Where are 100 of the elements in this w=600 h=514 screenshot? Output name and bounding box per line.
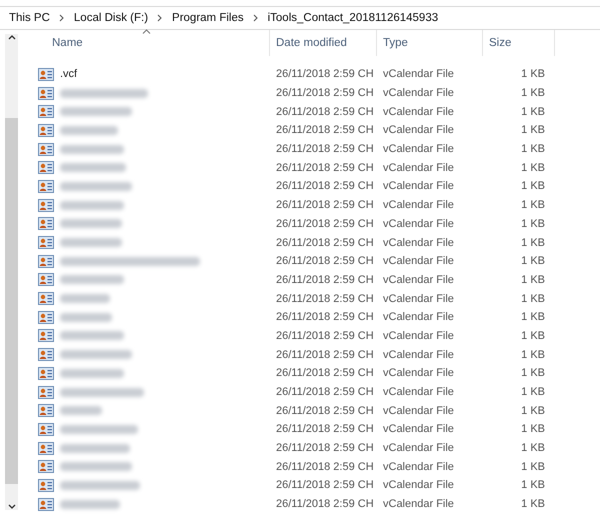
date-cell-text: 26/11/2018 2:59 CH xyxy=(275,292,375,305)
type-cell-text: vCalendar File xyxy=(382,460,455,473)
contact-card-icon xyxy=(38,198,54,212)
contact-card-icon xyxy=(38,254,54,268)
size-cell-text: 1 KB xyxy=(520,199,546,212)
size-cell-text: 1 KB xyxy=(520,218,546,230)
type-cell-text: vCalendar File xyxy=(382,311,455,324)
contact-card-icon xyxy=(38,142,54,156)
column-header[interactable]: Name xyxy=(38,30,270,56)
size-cell-text: 1 KB xyxy=(520,292,546,305)
column-header[interactable]: Type xyxy=(377,30,483,56)
date-cell-text: 26/11/2018 2:59 CH xyxy=(275,236,375,249)
type-cell-text: vCalendar File xyxy=(382,348,455,361)
contact-card-icon xyxy=(38,124,54,137)
type-cell-text: vCalendar File xyxy=(382,106,455,118)
type-cell-text: vCalendar File xyxy=(382,180,455,192)
type-cell-text: vCalendar File xyxy=(382,68,455,80)
contact-card-icon xyxy=(38,478,54,492)
contact-card-icon xyxy=(38,105,54,118)
breadcrumb-item[interactable]: Program Files xyxy=(172,12,244,24)
type-cell-text: vCalendar File xyxy=(382,442,455,454)
contact-card-icon xyxy=(38,217,54,230)
contact-card-icon xyxy=(38,180,54,193)
column-header[interactable]: Date modified xyxy=(270,30,377,56)
date-cell-text: 26/11/2018 2:59 CH xyxy=(275,460,375,473)
size-cell-text: 1 KB xyxy=(520,442,546,454)
size-cell-text: 1 KB xyxy=(520,460,546,473)
date-cell-text: 26/11/2018 2:59 CH xyxy=(275,218,375,230)
size-cell-text: 1 KB xyxy=(520,386,546,398)
type-cell-text: vCalendar File xyxy=(382,423,455,436)
size-cell-text: 1 KB xyxy=(520,106,546,118)
date-cell-text: 26/11/2018 2:59 CH xyxy=(275,255,375,268)
date-cell-text: 26/11/2018 2:59 CH xyxy=(275,311,375,324)
size-cell-text: 1 KB xyxy=(520,423,546,436)
contact-card-icon xyxy=(38,404,54,418)
contact-card-icon xyxy=(38,273,54,286)
size-cell-text: 1 KB xyxy=(520,479,546,492)
date-cell-text: 26/11/2018 2:59 CH xyxy=(275,162,375,174)
date-cell-text: 26/11/2018 2:59 CH xyxy=(275,124,375,136)
size-cell-text: 1 KB xyxy=(520,87,546,100)
breadcrumb-item[interactable]: iTools_Contact_20181126145933 xyxy=(268,12,438,24)
size-cell-text: 1 KB xyxy=(520,498,546,510)
date-cell-text: 26/11/2018 2:59 CH xyxy=(275,498,375,510)
contact-card-icon xyxy=(38,386,54,399)
size-cell-text: 1 KB xyxy=(520,274,546,286)
date-cell-text: 26/11/2018 2:59 CH xyxy=(275,348,375,361)
type-cell-text: vCalendar File xyxy=(382,404,455,417)
date-cell-text: 26/11/2018 2:59 CH xyxy=(275,199,375,212)
contact-card-icon xyxy=(38,329,54,342)
size-cell-text: 1 KB xyxy=(520,348,546,361)
chevron-icon xyxy=(157,14,164,22)
date-cell-text: 26/11/2018 2:59 CH xyxy=(275,68,375,80)
column-header[interactable]: Size xyxy=(483,30,555,56)
date-cell-text: 26/11/2018 2:59 CH xyxy=(275,423,375,436)
size-cell-text: 1 KB xyxy=(520,255,546,268)
type-cell-text: vCalendar File xyxy=(382,479,455,492)
type-cell-text: vCalendar File xyxy=(382,330,455,342)
contact-card-icon xyxy=(38,498,54,511)
date-cell-text: 26/11/2018 2:59 CH xyxy=(275,143,375,156)
date-cell-text: 26/11/2018 2:59 CH xyxy=(275,386,375,398)
date-cell-text: 26/11/2018 2:59 CH xyxy=(275,330,375,342)
type-cell-text: vCalendar File xyxy=(382,124,455,136)
contact-card-icon xyxy=(38,422,54,436)
contact-card-icon xyxy=(38,366,54,380)
size-cell-text: 1 KB xyxy=(520,404,546,417)
size-cell-text: 1 KB xyxy=(520,311,546,324)
date-cell-text: 26/11/2018 2:59 CH xyxy=(275,180,375,192)
date-cell-text: 26/11/2018 2:59 CH xyxy=(275,87,375,100)
size-cell-text: 1 KB xyxy=(520,330,546,342)
date-cell-text: 26/11/2018 2:59 CH xyxy=(275,367,375,380)
size-cell-text: 1 KB xyxy=(520,367,546,380)
contact-card-icon xyxy=(38,161,54,174)
type-cell-text: vCalendar File xyxy=(382,498,455,510)
contact-card-icon xyxy=(38,310,54,324)
contact-card-icon xyxy=(38,236,54,250)
type-cell-text: vCalendar File xyxy=(382,218,455,230)
type-cell-text: vCalendar File xyxy=(382,292,455,305)
size-cell-text: 1 KB xyxy=(520,236,546,249)
breadcrumb-item[interactable]: Local Disk (F:) xyxy=(74,12,148,24)
scroll-up-icon[interactable] xyxy=(8,34,16,40)
breadcrumb-item[interactable]: This PC xyxy=(9,12,50,24)
type-cell-text: vCalendar File xyxy=(382,274,455,286)
contact-card-icon xyxy=(38,460,54,474)
scrollbar[interactable] xyxy=(5,34,18,510)
contact-card-icon xyxy=(38,292,54,306)
file-name[interactable]: .vcf xyxy=(60,68,78,80)
contact-card-icon xyxy=(38,68,54,81)
contact-card-icon xyxy=(38,348,54,362)
scroll-down-icon[interactable] xyxy=(8,504,16,510)
type-cell-text: vCalendar File xyxy=(382,143,455,156)
contact-card-icon xyxy=(38,86,54,100)
sort-icon xyxy=(142,29,151,34)
type-cell-text: vCalendar File xyxy=(382,236,455,249)
date-cell-text: 26/11/2018 2:59 CH xyxy=(275,442,375,454)
type-cell-text: vCalendar File xyxy=(382,162,455,174)
type-cell-text: vCalendar File xyxy=(382,367,455,380)
size-cell-text: 1 KB xyxy=(520,180,546,192)
chevron-icon xyxy=(252,14,259,22)
chevron-icon xyxy=(58,14,65,22)
size-cell-text: 1 KB xyxy=(520,68,546,80)
